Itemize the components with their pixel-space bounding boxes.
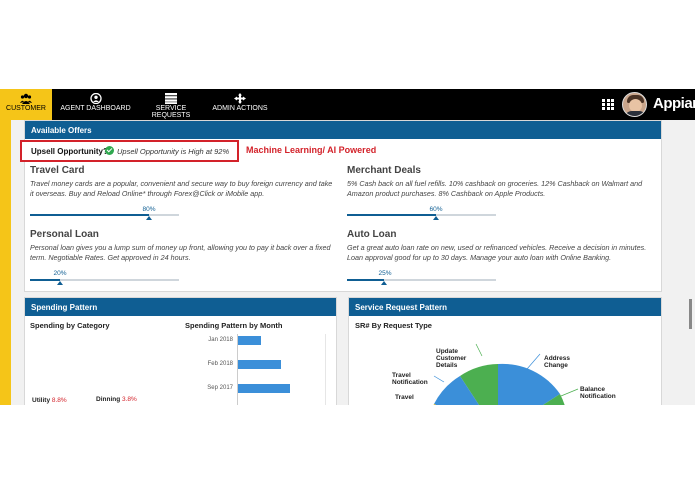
legend-name: Dinning: [96, 396, 121, 403]
pie-label-line: Change: [544, 362, 568, 369]
desc-line: Get a great auto loan rate on new, used …: [347, 243, 647, 252]
month-tick-label: Sep 2017: [207, 385, 233, 391]
desc-line: 5% Cash back on all fuel refills. 10% ca…: [347, 179, 643, 188]
desc-line: Loan approval good for up to 30 days. Ma…: [347, 253, 612, 262]
top-nav: CUSTOMER AGENT DASHBOARD SERVICE REQUEST…: [0, 89, 695, 120]
upsell-status: Upsell Opportunity is High at 92%: [117, 147, 230, 156]
nav-customer[interactable]: CUSTOMER: [0, 89, 52, 120]
progress-fill: [347, 279, 385, 281]
legend-name: Utility: [32, 397, 51, 404]
offer-desc-merchant-deals: 5% Cash back on all fuel refills. 10% ca…: [347, 179, 667, 199]
pie-label-line: Travel: [395, 394, 414, 401]
pie-label-travel: Travel: [395, 394, 414, 401]
pie-label-line: Update: [436, 348, 459, 355]
progress-marker: [56, 281, 63, 285]
nav-label: CUSTOMER: [6, 105, 46, 112]
legend-dinning: Dinning 3.8%: [96, 396, 137, 403]
offer-desc-auto-loan: Get a great auto loan rate on new, used …: [347, 243, 667, 263]
progress-bar-personal-loan: [30, 279, 179, 285]
check-circle-icon: [105, 146, 114, 155]
apps-grid-icon[interactable]: [602, 99, 614, 110]
progress-marker: [381, 281, 388, 285]
agent-icon: [89, 93, 102, 104]
progress-fill: [30, 279, 60, 281]
progress-fill: [30, 214, 150, 216]
nav-label: ADMIN ACTIONS: [212, 105, 268, 112]
offers-header: Available Offers: [25, 121, 661, 139]
spending-header: Spending Pattern: [25, 298, 336, 316]
service-request-header: Service Request Pattern: [349, 298, 661, 316]
progress-label: 80%: [142, 206, 156, 213]
leader-line: [526, 353, 541, 370]
pie-label-line: Notification: [392, 379, 428, 386]
pie-label-line: Details: [436, 362, 458, 369]
pie-label-line: Balance: [580, 386, 605, 393]
chart-grid-line: [325, 334, 326, 405]
leader-line: [475, 343, 483, 357]
pie-label-travel-notification: Travel Notification: [392, 372, 428, 386]
scrollbar-thumb[interactable]: [689, 299, 692, 329]
leader-line: [433, 375, 445, 383]
desc-line: it overseas. Buy and Reload Online* thro…: [30, 189, 265, 198]
spending-by-category-title: Spending by Category: [30, 321, 110, 330]
upsell-label: Upsell Opportunity?: [31, 147, 108, 156]
offer-desc-travel-card: Travel money cards are a popular, conven…: [30, 179, 340, 199]
people-icon: [20, 93, 32, 104]
pie-label-balance-notification: Balance Notification: [580, 386, 616, 400]
offer-title-merchant-deals[interactable]: Merchant Deals: [347, 165, 421, 176]
desc-line: Personal loan gives you a lump sum of mo…: [30, 243, 331, 252]
offer-title-personal-loan[interactable]: Personal Loan: [30, 229, 99, 240]
progress-bar-merchant-deals: [347, 214, 496, 220]
app-viewport: CUSTOMER AGENT DASHBOARD SERVICE REQUEST…: [0, 89, 695, 405]
progress-bar-travel-card: [30, 214, 179, 220]
progress-marker: [146, 216, 153, 220]
month-bar[interactable]: [238, 336, 261, 345]
pie-label-line: Customer: [436, 355, 467, 362]
nav-agent-dashboard[interactable]: AGENT DASHBOARD: [58, 89, 133, 120]
pie-slice-address-change[interactable]: [498, 363, 560, 405]
nav-label: AGENT DASHBOARD: [60, 105, 131, 112]
legend-utility: Utility 8.8%: [32, 397, 67, 404]
progress-marker: [433, 216, 440, 220]
side-accent-strip: [0, 120, 11, 405]
month-tick-label: Feb 2018: [207, 361, 233, 367]
month-bar[interactable]: [238, 360, 282, 369]
nav-admin-actions[interactable]: ADMIN ACTIONS: [210, 89, 270, 120]
ml-annotation: Machine Learning/ AI Powered: [246, 145, 377, 155]
offer-title-travel-card[interactable]: Travel Card: [30, 165, 84, 176]
pie-label-line: Notification: [580, 393, 616, 400]
progress-label: 20%: [53, 270, 67, 277]
nav-label: SERVICE REQUESTS: [151, 105, 191, 119]
desc-line: term. Negotiable Rates. Get approved in …: [30, 253, 191, 262]
pie-label-update-customer-details: Update Customer Details: [436, 348, 466, 369]
offer-title-auto-loan[interactable]: Auto Loan: [347, 229, 396, 240]
progress-label: 60%: [429, 206, 443, 213]
spending-month-chart: Jan 2018 Feb 2018 Sep 2017: [190, 334, 330, 405]
list-icon: [165, 93, 177, 104]
month-bar[interactable]: [238, 384, 290, 393]
user-avatar[interactable]: [622, 92, 647, 117]
legend-value: 8.8%: [51, 397, 67, 404]
progress-fill: [347, 214, 437, 216]
brand-logo: Appian: [653, 95, 695, 112]
leader-line: [560, 388, 579, 397]
pie-label-address-change: Address Change: [544, 355, 570, 369]
offer-desc-personal-loan: Personal loan gives you a lump sum of mo…: [30, 243, 340, 263]
legend-value: 3.8%: [122, 396, 137, 403]
month-tick-label: Jan 2018: [208, 337, 233, 343]
desc-line: Amazon product purchases. 8% Cashback on…: [347, 189, 546, 198]
sr-subtitle: SR# By Request Type: [355, 321, 432, 330]
spending-by-month-title: Spending Pattern by Month: [185, 321, 283, 330]
move-icon: [234, 93, 246, 104]
progress-label: 25%: [378, 270, 392, 277]
progress-bar-auto-loan: [347, 279, 496, 285]
pie-label-line: Travel: [392, 372, 411, 379]
desc-line: Travel money cards are a popular, conven…: [30, 179, 333, 188]
pie-label-line: Address: [544, 355, 571, 362]
nav-service-requests[interactable]: SERVICE REQUESTS: [137, 89, 205, 120]
